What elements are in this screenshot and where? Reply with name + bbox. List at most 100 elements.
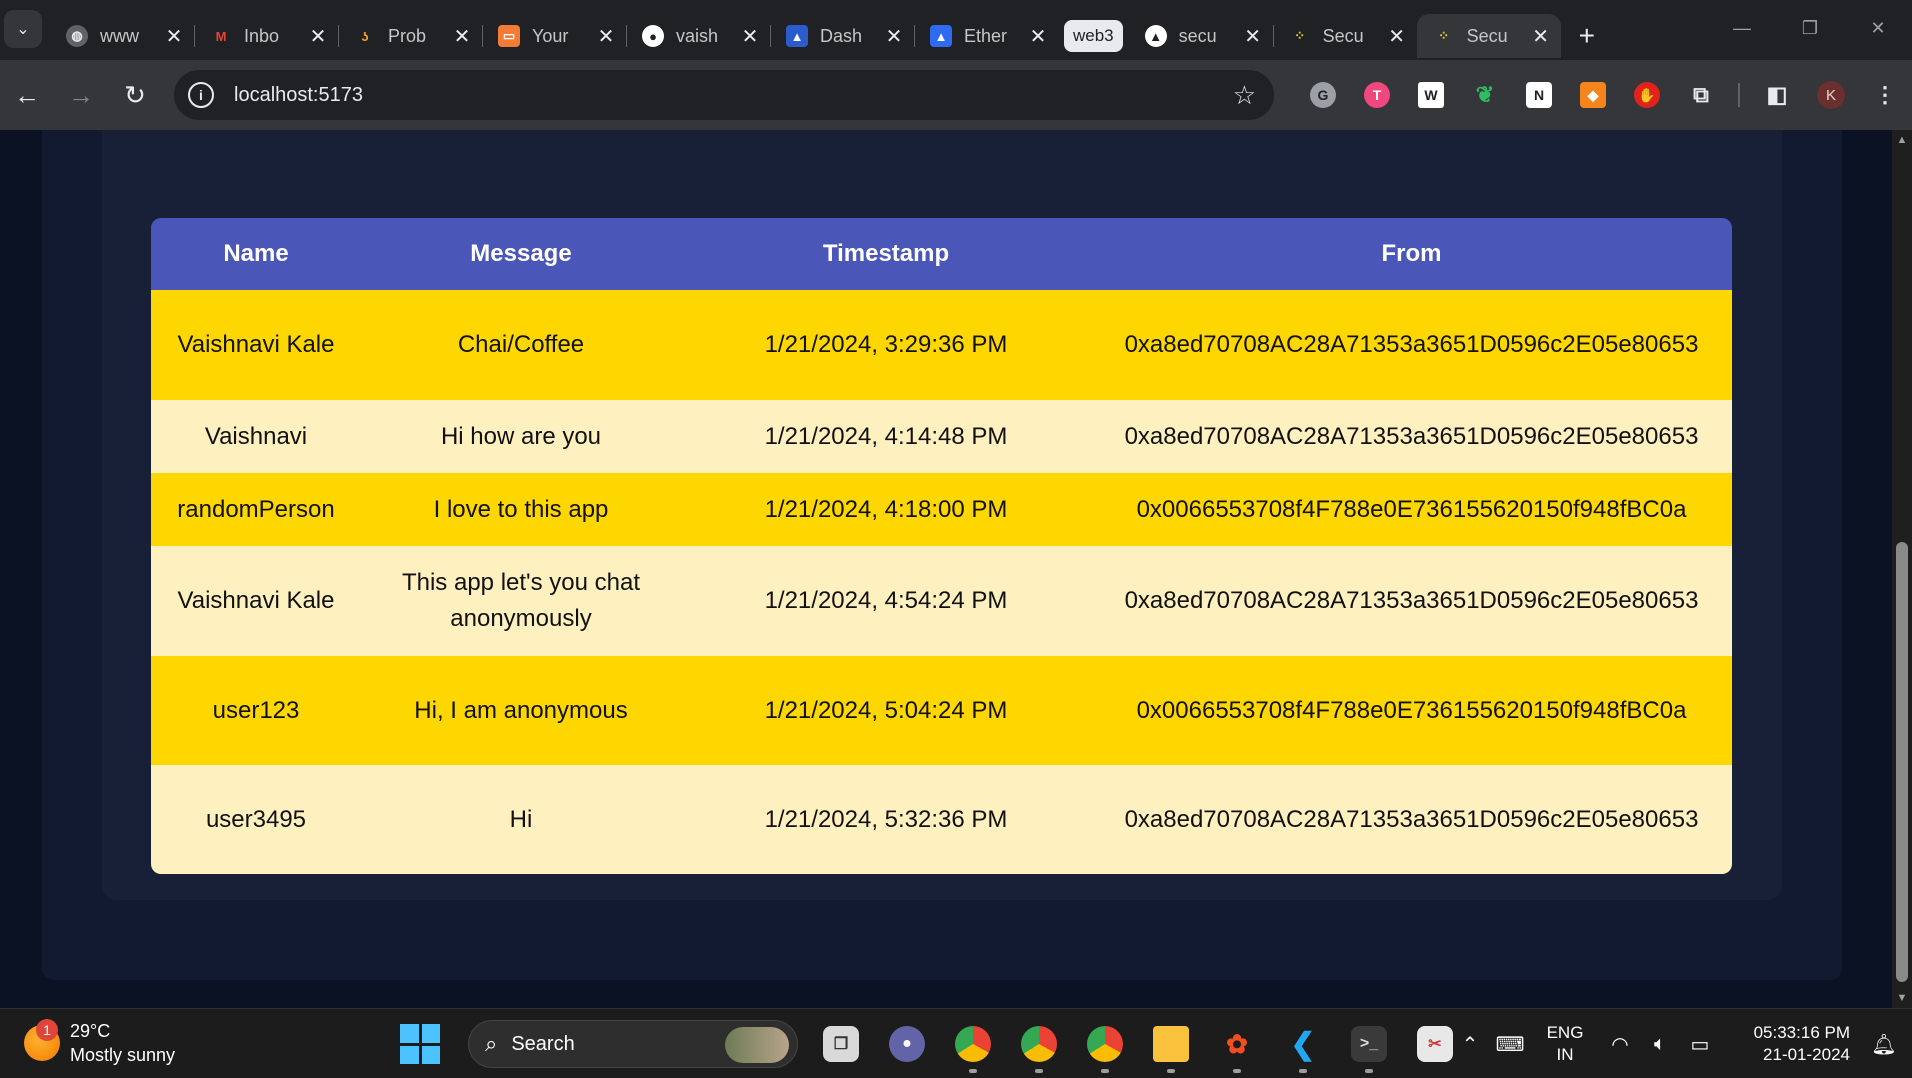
language-code: ENG <box>1546 1023 1584 1042</box>
table-header: Name Message Timestamp From <box>151 218 1732 290</box>
scroll-up-arrow-icon[interactable]: ▲ <box>1892 134 1912 146</box>
clock[interactable]: 05:33:16 PM 21-01-2024 <box>1720 1022 1850 1066</box>
page-viewport[interactable]: Memos Name Message Timestamp From Vaishn… <box>0 130 1892 1008</box>
menu-button[interactable]: ⋮ <box>1858 60 1912 130</box>
close-icon[interactable]: ✕ <box>884 24 904 49</box>
figma-button[interactable]: ✿ <box>1204 1009 1270 1078</box>
restore-icon[interactable]: ❐ <box>1776 0 1844 56</box>
close-icon[interactable]: ✕ <box>1028 24 1048 49</box>
file-explorer-button[interactable] <box>1138 1009 1204 1078</box>
address-bar[interactable]: i localhost:5173 ☆ <box>174 70 1274 120</box>
table-row: user123 Hi, I am anonymous 1/21/2024, 5:… <box>151 656 1732 765</box>
language-indicator[interactable]: ENG IN <box>1530 1022 1600 1066</box>
bookmark-star-icon[interactable]: ☆ <box>1233 80 1256 111</box>
scroll-down-arrow-icon[interactable]: ▼ <box>1892 992 1912 1004</box>
new-tab-plus-icon[interactable]: + <box>1561 14 1613 58</box>
profile-button[interactable]: K <box>1804 60 1858 130</box>
extension-wikipedia[interactable]: W <box>1404 60 1458 130</box>
tab[interactable]: ● vaish ✕ <box>626 14 770 58</box>
folder-icon <box>1153 1026 1189 1062</box>
terminal-button[interactable]: >_ <box>1336 1009 1402 1078</box>
gmail-icon: M <box>215 28 227 44</box>
cell-name: randomPerson <box>177 495 335 523</box>
date: 21-01-2024 <box>1763 1045 1850 1064</box>
close-icon[interactable]: ✕ <box>1243 24 1263 49</box>
tab-title: Secu <box>1466 25 1508 46</box>
cell-name: Vaishnavi <box>204 422 308 450</box>
url-text[interactable]: localhost:5173 <box>234 84 363 107</box>
extension-notion[interactable]: N <box>1512 60 1566 130</box>
chrome-profile-button[interactable] <box>1006 1009 1072 1078</box>
battery-icon[interactable]: ▭ <box>1680 1032 1720 1057</box>
header-row: Name Message Timestamp From <box>151 218 1732 290</box>
extension-red[interactable]: T <box>1350 60 1404 130</box>
extension-adblock[interactable]: ✋ <box>1620 60 1674 130</box>
cell-timestamp: 1/21/2024, 5:04:24 PM <box>764 696 1008 724</box>
extension-grammarly[interactable]: G <box>1296 60 1350 130</box>
wifi-icon[interactable]: ◠ <box>1600 1032 1640 1057</box>
chevron-up-icon[interactable]: ⌃ <box>1450 1032 1490 1057</box>
close-icon[interactable]: ✕ <box>596 24 616 49</box>
cell-timestamp: 1/21/2024, 5:32:36 PM <box>764 805 1008 833</box>
table-row: Vaishnavi Hi how are you 1/21/2024, 4:14… <box>151 400 1732 473</box>
table-row: Vaishnavi Kale Chai/Coffee 1/21/2024, 3:… <box>151 290 1732 400</box>
cell-timestamp: 1/21/2024, 4:18:00 PM <box>764 495 1008 523</box>
tab-search-chevron-icon[interactable]: ⌄ <box>4 10 42 48</box>
close-icon[interactable]: ✕ <box>308 24 328 49</box>
tab-title: Dash <box>820 25 863 46</box>
tab-active[interactable]: ⁘ Secu ✕ <box>1416 14 1561 58</box>
task-view-button[interactable]: ❐ <box>808 1009 874 1078</box>
chrome-icon <box>955 1026 991 1062</box>
cell-message: Hi how are you <box>440 422 602 450</box>
tab[interactable]: ▲ secu ✕ <box>1129 14 1273 58</box>
close-window-icon[interactable]: ✕ <box>1844 0 1912 56</box>
close-icon[interactable]: ✕ <box>452 24 472 49</box>
minimize-icon[interactable]: — <box>1708 0 1776 56</box>
tab[interactable]: ʖ Prob ✕ <box>338 14 482 58</box>
close-icon[interactable]: ✕ <box>1387 24 1407 49</box>
taskbar-search[interactable]: ⌕ Search <box>468 1020 798 1068</box>
back-arrow-icon[interactable]: ← <box>0 68 54 122</box>
weather-widget[interactable]: 1 29°C Mostly sunny <box>24 1019 175 1067</box>
tab[interactable]: ◍ www ✕ <box>50 14 194 58</box>
tab-title: Ether <box>964 25 1008 46</box>
chrome-profile-k-button[interactable] <box>940 1009 1006 1078</box>
dashboard-icon: ▲ <box>786 25 808 47</box>
scrollbar-thumb[interactable] <box>1896 542 1908 982</box>
tab[interactable]: ▲ Ether ✕ <box>914 14 1058 58</box>
column-header-timestamp: Timestamp <box>822 240 950 267</box>
close-icon[interactable]: ✕ <box>164 24 184 49</box>
teams-chat-button[interactable]: ● <box>874 1009 940 1078</box>
tab-group-label[interactable]: web3 <box>1058 14 1129 58</box>
tab-title: Prob <box>388 25 427 46</box>
tab-group-name: web3 <box>1064 20 1123 52</box>
chrome-profile-v-button[interactable] <box>1072 1009 1138 1078</box>
extension-metamask[interactable]: ◆ <box>1566 60 1620 130</box>
system-tray: ⌃ ⌨ ENG IN ◠ 🔈︎ ▭ 05:33:16 PM 21-01-2024… <box>1450 1009 1912 1078</box>
page-scrollbar[interactable]: ▲ ▼ <box>1892 130 1912 1008</box>
side-panel-button[interactable]: ◧ <box>1750 60 1804 130</box>
vscode-button[interactable]: ❮ <box>1270 1009 1336 1078</box>
chat-icon: ● <box>889 1026 925 1062</box>
forward-arrow-icon[interactable]: → <box>54 68 108 122</box>
cell-name: Vaishnavi Kale <box>177 587 335 614</box>
extensions-puzzle-button[interactable]: ⧉ <box>1674 60 1728 130</box>
close-icon[interactable]: ✕ <box>740 24 760 49</box>
tab[interactable]: ▲ Dash ✕ <box>770 14 914 58</box>
taskbar-apps: ⌕ Search ❐ ● ✿ ❮ >_ ✂ <box>382 1009 1468 1078</box>
reload-icon[interactable]: ↻ <box>108 68 162 122</box>
site-info-icon[interactable]: i <box>188 82 214 108</box>
tab[interactable]: ▭ Your ✕ <box>482 14 626 58</box>
close-icon[interactable]: ✕ <box>1531 24 1551 49</box>
time: 05:33:16 PM <box>1753 1023 1850 1042</box>
extensions-bar: G T W ❦ N ◆ ✋ ⧉ ◧ K ⋮ <box>1296 60 1912 130</box>
windows-start-icon[interactable] <box>400 1024 440 1064</box>
extension-evernote[interactable]: ❦ <box>1458 60 1512 130</box>
cell-timestamp: 1/21/2024, 3:29:36 PM <box>764 331 1008 358</box>
notification-bell-icon[interactable]: 🔔︎ <box>1864 1032 1904 1057</box>
keyboard-icon[interactable]: ⌨ <box>1490 1032 1530 1057</box>
tab[interactable]: ⁘ Secu ✕ <box>1272 14 1417 58</box>
vscode-icon: ❮ <box>1290 1027 1316 1061</box>
volume-icon[interactable]: 🔈︎ <box>1640 1033 1680 1056</box>
tab[interactable]: M Inbo ✕ <box>194 14 338 58</box>
